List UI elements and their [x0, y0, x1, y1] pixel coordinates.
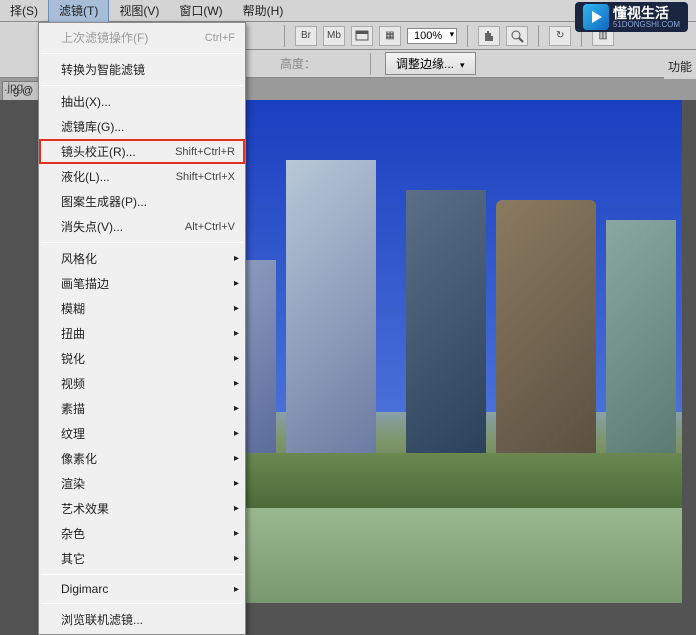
left-panel-edge: .jpg: [0, 78, 30, 96]
menu-item[interactable]: 消失点(V)... Alt+Ctrl+V: [39, 214, 245, 239]
menu-item[interactable]: 抽出(X)...: [39, 89, 245, 114]
menu-separator: [41, 574, 243, 575]
menu-item-label: 滤镜库(G)...: [61, 118, 124, 135]
filename-fragment: .jpg: [0, 78, 30, 96]
separator: [370, 53, 371, 75]
menu-item[interactable]: 其它: [39, 546, 245, 571]
menu-item-label: 抽出(X)...: [61, 93, 111, 110]
menu-item[interactable]: 艺术效果: [39, 496, 245, 521]
menu-item[interactable]: 像素化: [39, 446, 245, 471]
menu-item[interactable]: 扭曲: [39, 321, 245, 346]
menu-item-label: 纹理: [61, 425, 85, 442]
menu-separator: [41, 85, 243, 86]
menu-item-label: 杂色: [61, 525, 85, 542]
height-label: 高度：: [280, 55, 316, 72]
menu-item-shortcut: Shift+Ctrl+R: [175, 146, 235, 158]
screen-icon: [355, 30, 369, 42]
menu-item-shortcut: Shift+Ctrl+X: [176, 171, 235, 183]
zoom-tool[interactable]: [506, 26, 528, 46]
refine-edge-button[interactable]: 调整边缘...: [385, 52, 476, 75]
rotate-view[interactable]: ↻: [549, 26, 571, 46]
menu-item[interactable]: 浏览联机滤镜...: [39, 607, 245, 632]
menu-separator: [41, 53, 243, 54]
menu-item: 上次滤镜操作(F) Ctrl+F: [39, 25, 245, 50]
menu-item-label: 素描: [61, 400, 85, 417]
menu-separator: [41, 603, 243, 604]
menu-item[interactable]: 图案生成器(P)...: [39, 189, 245, 214]
menu-item[interactable]: 渲染: [39, 471, 245, 496]
menu-item-label: 视频: [61, 375, 85, 392]
menu-item[interactable]: 液化(L)... Shift+Ctrl+X: [39, 164, 245, 189]
menu-window[interactable]: 窗口(W): [169, 0, 232, 22]
play-icon: [583, 4, 609, 30]
menu-item[interactable]: 杂色: [39, 521, 245, 546]
logo-subtext: 51DONGSHI.COM: [613, 20, 680, 29]
separator: [538, 25, 539, 47]
watermark-logo: 懂视生活 51DONGSHI.COM: [575, 2, 688, 32]
menu-item-label: 扭曲: [61, 325, 85, 342]
menu-item-label: 模糊: [61, 300, 85, 317]
menu-item-label: Digimarc: [61, 582, 108, 596]
menu-item[interactable]: 视频: [39, 371, 245, 396]
menu-item-label: 上次滤镜操作(F): [61, 29, 148, 46]
menu-view[interactable]: 视图(V): [109, 0, 169, 22]
menu-item-label: 液化(L)...: [61, 168, 110, 185]
menu-select[interactable]: 择(S): [0, 0, 48, 22]
filter-dropdown-menu: 上次滤镜操作(F) Ctrl+F 转换为智能滤镜抽出(X)... 滤镜库(G)... 镜…: [38, 22, 246, 635]
menu-help[interactable]: 帮助(H): [233, 0, 294, 22]
menu-item-label: 锐化: [61, 350, 85, 367]
menu-item[interactable]: Digimarc: [39, 578, 245, 600]
menu-item-label: 像素化: [61, 450, 97, 467]
menu-item-label: 艺术效果: [61, 500, 109, 517]
menu-item-label: 镜头校正(R)...: [61, 143, 136, 160]
right-panel-label: 功能: [664, 54, 696, 79]
separator: [467, 25, 468, 47]
logo-text: 懂视生活: [613, 6, 680, 20]
zoom-icon: [510, 29, 524, 43]
menu-item-label: 浏览联机滤镜...: [61, 611, 143, 628]
menu-item-label: 其它: [61, 550, 85, 567]
menu-item[interactable]: 画笔描边: [39, 271, 245, 296]
menu-item-shortcut: Ctrl+F: [205, 32, 235, 44]
extras-button[interactable]: ▦: [379, 26, 401, 46]
bridge-button[interactable]: Br: [295, 26, 317, 46]
hand-tool[interactable]: [478, 26, 500, 46]
screen-mode-button[interactable]: [351, 26, 373, 46]
menu-item-label: 画笔描边: [61, 275, 109, 292]
menu-item-label: 风格化: [61, 250, 97, 267]
menu-item[interactable]: 滤镜库(G)...: [39, 114, 245, 139]
menu-item-label: 转换为智能滤镜: [61, 61, 145, 78]
menu-filter[interactable]: 滤镜(T): [48, 0, 109, 23]
menu-item-label: 图案生成器(P)...: [61, 193, 147, 210]
menu-item-label: 消失点(V)...: [61, 218, 123, 235]
menu-item[interactable]: 纹理: [39, 421, 245, 446]
menu-item-label: 渲染: [61, 475, 85, 492]
menu-item[interactable]: 模糊: [39, 296, 245, 321]
menu-separator: [41, 242, 243, 243]
separator: [284, 25, 285, 47]
menu-item[interactable]: 素描: [39, 396, 245, 421]
menu-item[interactable]: 风格化: [39, 246, 245, 271]
menu-item-shortcut: Alt+Ctrl+V: [185, 221, 235, 233]
menu-item[interactable]: 镜头校正(R)... Shift+Ctrl+R: [39, 139, 245, 164]
hand-icon: [482, 29, 496, 43]
menu-item[interactable]: 转换为智能滤镜: [39, 57, 245, 82]
menu-item[interactable]: 锐化: [39, 346, 245, 371]
minibridge-button[interactable]: Mb: [323, 26, 345, 46]
zoom-level[interactable]: 100%: [407, 28, 457, 44]
